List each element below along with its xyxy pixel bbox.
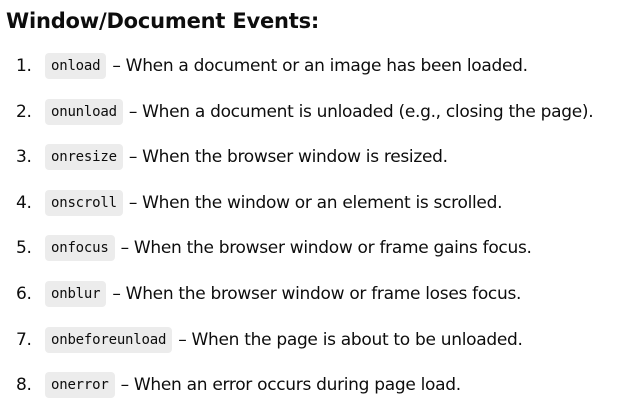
list-item-body: onbeforeunload – When the page is about … (45, 321, 523, 359)
list-number: 7. (16, 329, 32, 350)
list-item-body: onfocus – When the browser window or fra… (45, 229, 532, 267)
event-code: onload (45, 53, 107, 79)
event-code: onbeforeunload (45, 326, 173, 353)
section-heading: Window/Document Events: (6, 9, 320, 33)
list-item-body: onload – When a document or an image has… (45, 47, 528, 85)
list-number: 6. (16, 283, 32, 304)
list-number: 1. (16, 56, 32, 76)
event-code: onfocus (45, 235, 115, 262)
event-description: – When the page is about to be unloaded. (178, 329, 523, 350)
event-description: – When the browser window is resized. (128, 147, 448, 168)
event-description: – When a document is unloaded (e.g., clo… (128, 101, 594, 122)
event-code: onerror (45, 372, 115, 399)
list-number: 8. (16, 375, 32, 396)
event-description: – When the browser window or frame loses… (112, 283, 522, 304)
list-item-body: onunload – When a document is unloaded (… (45, 93, 594, 131)
event-code: onblur (45, 280, 107, 307)
event-description: – When an error occurs during page load. (120, 375, 462, 396)
list-item-body: onresize – When the browser window is re… (45, 138, 448, 176)
event-code: onresize (45, 144, 123, 171)
event-code: onunload (45, 98, 123, 125)
list-number: 3. (16, 147, 32, 168)
list-item-body: onblur – When the browser window or fram… (45, 275, 521, 313)
list-item-body: onerror – When an error occurs during pa… (45, 366, 461, 404)
event-description: – When a document or an image has been l… (112, 56, 528, 76)
list-item-body: onscroll – When the window or an element… (45, 184, 502, 222)
event-code: onscroll (45, 189, 123, 216)
list-number: 4. (16, 192, 32, 213)
event-description: – When the browser window or frame gains… (120, 238, 532, 259)
list-number: 2. (16, 101, 32, 122)
list-number: 5. (16, 238, 32, 259)
event-description: – When the window or an element is scrol… (128, 192, 503, 213)
